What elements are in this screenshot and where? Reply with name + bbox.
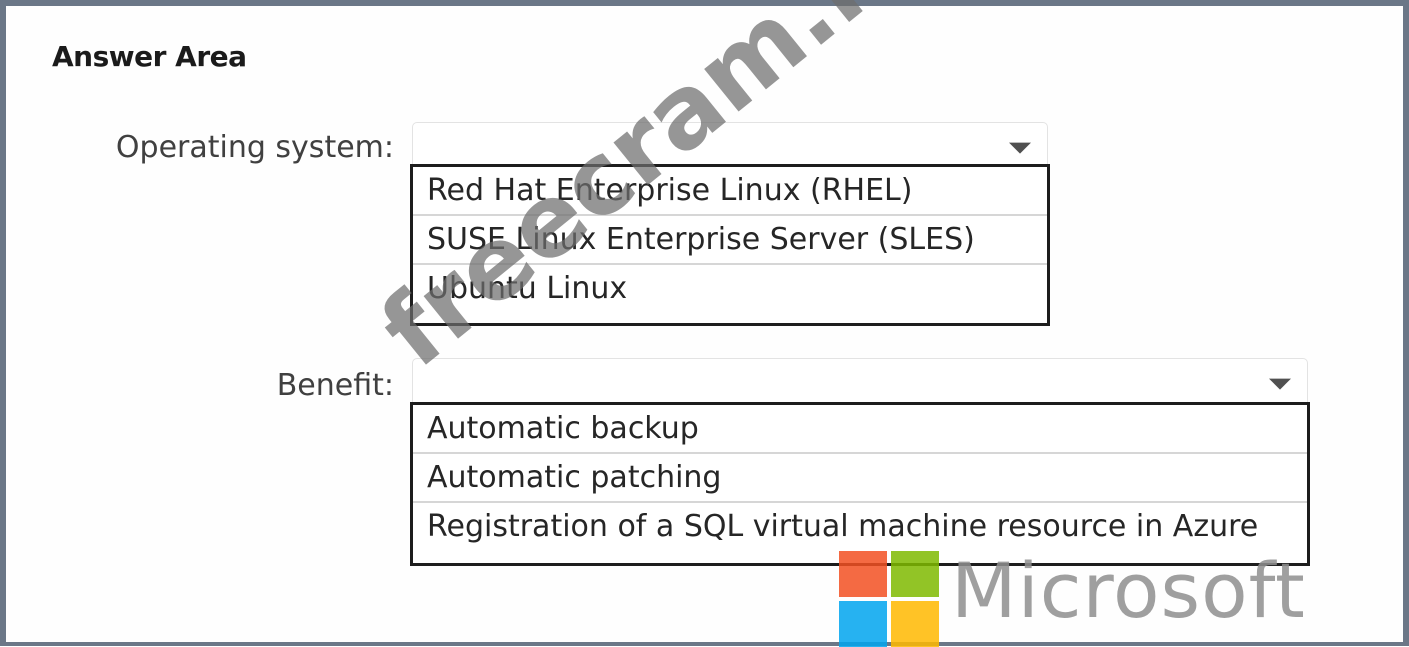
benefit-option-registration[interactable]: Registration of a SQL virtual machine re… (413, 503, 1307, 552)
os-option-rhel[interactable]: Red Hat Enterprise Linux (RHEL) (413, 167, 1047, 216)
chevron-down-icon[interactable] (1269, 378, 1291, 390)
answer-area-title: Answer Area (52, 40, 247, 73)
benefit-option-backup[interactable]: Automatic backup (413, 405, 1307, 454)
benefit-dropdown[interactable] (412, 358, 1308, 408)
operating-system-label: Operating system: (115, 130, 394, 165)
logo-square-blue (839, 601, 887, 647)
microsoft-logo-text: Microsoft (951, 546, 1306, 635)
benefit-options: Automatic backup Automatic patching Regi… (410, 402, 1310, 566)
benefit-label: Benefit: (276, 368, 394, 403)
logo-square-red (839, 551, 887, 597)
chevron-down-icon[interactable] (1009, 142, 1031, 154)
os-option-sles[interactable]: SUSE Linux Enterprise Server (SLES) (413, 216, 1047, 265)
logo-square-yellow (891, 601, 939, 647)
benefit-option-patching[interactable]: Automatic patching (413, 454, 1307, 503)
logo-square-green (891, 551, 939, 597)
os-option-ubuntu[interactable]: Ubuntu Linux (413, 265, 1047, 314)
operating-system-options: Red Hat Enterprise Linux (RHEL) SUSE Lin… (410, 164, 1050, 326)
microsoft-logo-icon (839, 551, 939, 647)
answer-area-frame: Answer Area Operating system: Red Hat En… (0, 0, 1409, 647)
